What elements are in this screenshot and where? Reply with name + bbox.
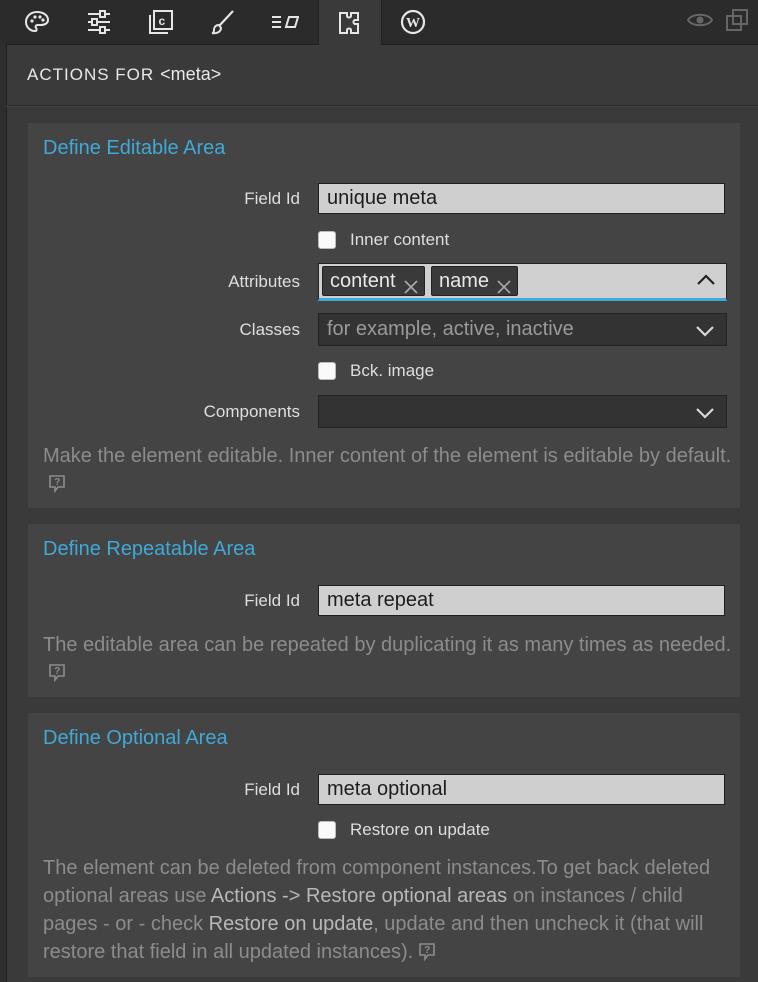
restore-on-update-hint: Restore on update xyxy=(208,913,374,935)
repeatable-area-section: Define Repeatable Area Field Id meta rep… xyxy=(28,524,740,697)
components-label: Components xyxy=(203,402,300,421)
restore-on-update-label: Restore on update xyxy=(350,820,490,839)
attribute-tag: content xyxy=(322,266,425,296)
chevron-down-icon[interactable] xyxy=(695,324,715,343)
svg-text:?: ? xyxy=(54,666,60,677)
panel-heading-text: ACTIONS FOR xyxy=(27,65,155,84)
tab-wordpress[interactable]: W xyxy=(382,0,444,44)
field-id-input[interactable]: unique meta xyxy=(318,183,725,214)
chevron-down-icon[interactable] xyxy=(695,406,715,425)
tab-design[interactable] xyxy=(6,0,68,44)
puzzle-icon xyxy=(337,10,363,36)
panel-heading: ACTIONS FOR <meta> xyxy=(27,64,221,90)
attribute-tag: name xyxy=(431,266,519,296)
editable-area-section: Define Editable Area Field Id unique met… xyxy=(28,123,740,508)
palette-icon xyxy=(24,10,50,34)
help-icon[interactable]: ? xyxy=(47,473,67,501)
tab-styles[interactable] xyxy=(192,0,254,44)
toolbar-right xyxy=(686,0,749,44)
svg-text:W: W xyxy=(406,16,420,31)
tab-text[interactable] xyxy=(254,0,316,44)
tab-properties[interactable] xyxy=(68,0,130,44)
toolbar: c W xyxy=(0,0,758,45)
inner-content-label: Inner content xyxy=(350,230,450,249)
brush-icon xyxy=(210,9,236,35)
editable-help: Make the element editable. Inner content… xyxy=(43,442,733,501)
section-title: Define Editable Area xyxy=(43,137,226,159)
tab-actions[interactable] xyxy=(318,0,382,45)
attributes-label: Attributes xyxy=(228,272,300,291)
help-icon[interactable]: ? xyxy=(417,941,437,969)
svg-text:?: ? xyxy=(425,945,431,956)
attributes-input[interactable]: content name xyxy=(318,263,727,301)
optional-help: The element can be deleted from componen… xyxy=(43,854,733,969)
repeatable-help-text: The editable area can be repeated by dup… xyxy=(43,634,732,656)
svg-text:?: ? xyxy=(54,477,60,488)
attribute-tag-label: name xyxy=(439,270,490,292)
inner-content-checkbox[interactable] xyxy=(318,231,336,249)
inner-content-row: Inner content xyxy=(318,229,449,251)
bck-image-row: Bck. image xyxy=(318,360,434,382)
tab-components[interactable]: c xyxy=(130,0,192,44)
eye-icon[interactable] xyxy=(686,11,714,34)
attribute-tag-label: content xyxy=(330,270,396,292)
chevron-up-icon[interactable] xyxy=(696,273,716,292)
classes-select[interactable]: for example, active, inactive xyxy=(318,313,727,346)
divider xyxy=(6,105,758,107)
restore-optional-areas-hint: Actions -> Restore optional areas xyxy=(210,885,508,907)
editable-help-text: Make the element editable. Inner content… xyxy=(43,445,732,467)
remove-tag-icon[interactable] xyxy=(497,274,511,302)
wordpress-icon: W xyxy=(400,9,426,35)
field-id-label: Field Id xyxy=(244,780,300,799)
classes-label: Classes xyxy=(239,320,300,339)
restore-on-update-checkbox[interactable] xyxy=(318,821,336,839)
field-id-label: Field Id xyxy=(244,591,300,610)
bck-image-label: Bck. image xyxy=(350,361,435,380)
text-format-icon xyxy=(271,12,299,32)
field-id-input[interactable]: meta optional xyxy=(318,774,725,805)
optional-area-section: Define Optional Area Field Id meta optio… xyxy=(28,713,740,977)
svg-text:c: c xyxy=(159,14,166,28)
panel-edge xyxy=(0,44,7,982)
component-icon: c xyxy=(148,9,174,35)
section-title: Define Repeatable Area xyxy=(43,538,256,560)
remove-tag-icon[interactable] xyxy=(404,274,418,302)
repeatable-help: The editable area can be repeated by dup… xyxy=(43,631,733,690)
help-icon[interactable]: ? xyxy=(47,662,67,690)
restore-on-update-row: Restore on update xyxy=(318,819,490,841)
sliders-icon xyxy=(86,9,112,35)
components-select[interactable] xyxy=(318,395,727,428)
duplicate-icon[interactable] xyxy=(725,8,749,37)
section-title: Define Optional Area xyxy=(43,727,228,749)
bck-image-checkbox[interactable] xyxy=(318,362,336,380)
element-tag: <meta> xyxy=(160,64,222,84)
field-id-input[interactable]: meta repeat xyxy=(318,585,725,616)
field-id-label: Field Id xyxy=(244,189,300,208)
